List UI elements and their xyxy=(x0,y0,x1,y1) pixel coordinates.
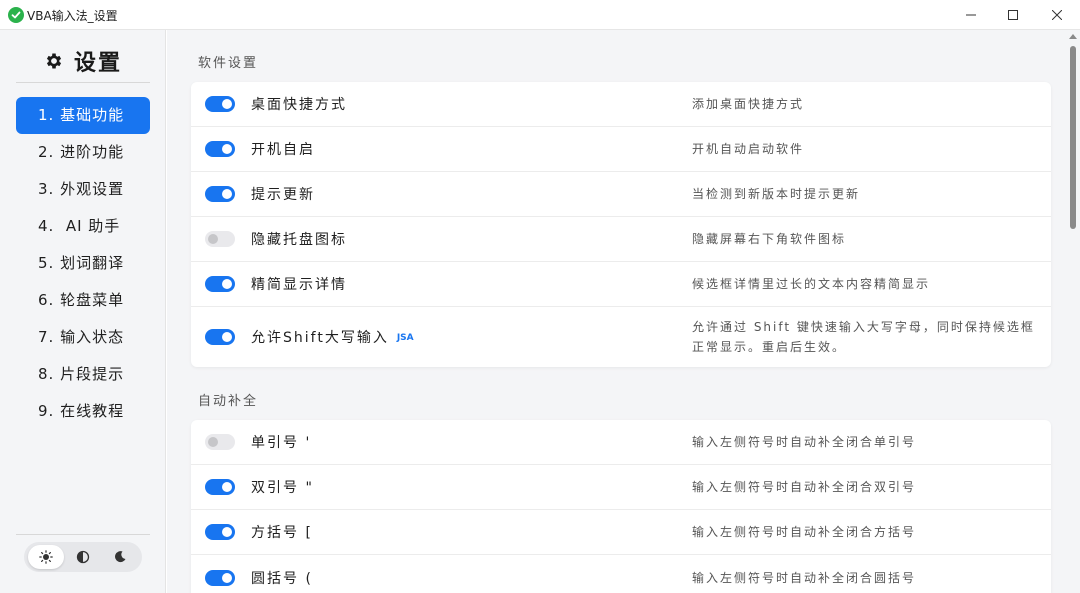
setting-row: 开机自启 开机自动启动软件 xyxy=(191,127,1051,172)
settings-card-software: 桌面快捷方式 添加桌面快捷方式 开机自启 开机自动启动软件 提示更新 当检测到新… xyxy=(191,82,1051,367)
setting-description: 输入左侧符号时自动补全闭合圆括号 xyxy=(692,570,917,585)
setting-label: 桌面快捷方式 xyxy=(251,97,347,113)
setting-row: 双引号 " 输入左侧符号时自动补全闭合双引号 xyxy=(191,465,1051,510)
setting-row: 允许Shift大写输入 JSA 允许通过 Shift 键快速输入大写字母，同时保持… xyxy=(191,307,1051,367)
setting-description: 开机自动启动软件 xyxy=(692,142,805,156)
setting-label-wrap: 允许Shift大写输入 JSA xyxy=(251,327,414,347)
setting-row: 单引号 ' 输入左侧符号时自动补全闭合单引号 xyxy=(191,420,1051,465)
setting-label: 单引号 ' xyxy=(251,435,312,451)
sidebar-item-basic[interactable]: 1. 基础功能 xyxy=(16,97,150,134)
toggle-compact-details[interactable] xyxy=(205,276,235,292)
setting-description: 当检测到新版本时提示更新 xyxy=(692,187,861,201)
setting-label: 提示更新 xyxy=(251,187,315,203)
sidebar: 设置 1. 基础功能 2. 进阶功能 3. 外观设置 4. AI 助手 5. 划… xyxy=(0,30,166,593)
sidebar-item-wheel-menu[interactable]: 6. 轮盘菜单 xyxy=(16,282,150,319)
theme-switch xyxy=(24,542,142,572)
close-button[interactable] xyxy=(1034,0,1080,30)
sidebar-item-translate[interactable]: 5. 划词翻译 xyxy=(16,245,150,282)
moon-icon xyxy=(115,551,126,563)
sidebar-item-ai-assistant[interactable]: 4. AI 助手 xyxy=(16,208,150,245)
setting-row: 方括号 [ 输入左侧符号时自动补全闭合方括号 xyxy=(191,510,1051,555)
setting-description: 允许通过 Shift 键快速输入大写字母，同时保持候选框正常显示。重启后生效。 xyxy=(692,320,1035,354)
toggle-parenthesis[interactable] xyxy=(205,569,235,586)
title-bar: VBA输入法_设置 xyxy=(0,0,1080,30)
sidebar-title: 设置 xyxy=(73,51,122,76)
toggle-desktop-shortcut[interactable] xyxy=(205,96,235,112)
sidebar-item-input-status[interactable]: 7. 输入状态 xyxy=(16,319,150,356)
auto-mode-button[interactable] xyxy=(65,545,101,569)
close-icon xyxy=(1052,10,1062,20)
divider xyxy=(16,82,150,83)
setting-label: 允许Shift大写输入 xyxy=(251,330,389,346)
setting-description: 候选框详情里过长的文本内容精简显示 xyxy=(692,277,931,291)
jsa-badge: JSA xyxy=(396,333,414,343)
setting-label: 精简显示详情 xyxy=(251,277,347,293)
gear-icon xyxy=(46,53,62,69)
main-content: 软件设置 桌面快捷方式 添加桌面快捷方式 开机自启 开机自动启动软件 提示更新 … xyxy=(167,30,1065,593)
setting-label: 隐藏托盘图标 xyxy=(251,232,347,248)
light-mode-button[interactable] xyxy=(27,545,64,569)
setting-row: 圆括号 ( 输入左侧符号时自动补全闭合圆括号 xyxy=(191,555,1051,593)
setting-label: 开机自启 xyxy=(251,142,315,158)
maximize-button[interactable] xyxy=(990,0,1036,30)
toggle-square-bracket[interactable] xyxy=(205,524,235,540)
dark-mode-button[interactable] xyxy=(102,545,138,569)
setting-description: 隐藏屏幕右下角软件图标 xyxy=(692,232,847,246)
toggle-hide-tray-icon[interactable] xyxy=(205,231,235,247)
divider xyxy=(16,534,150,535)
settings-card-autocomplete: 单引号 ' 输入左侧符号时自动补全闭合单引号 双引号 " 输入左侧符号时自动补全… xyxy=(191,420,1051,593)
sun-icon xyxy=(38,550,53,564)
app-check-icon xyxy=(8,7,24,23)
sidebar-item-advanced[interactable]: 2. 进阶功能 xyxy=(16,134,150,171)
vertical-scrollbar[interactable] xyxy=(1065,30,1080,593)
section-title-software: 软件设置 xyxy=(198,56,259,71)
setting-row: 提示更新 当检测到新版本时提示更新 xyxy=(191,172,1051,217)
scroll-thumb[interactable] xyxy=(1070,46,1076,229)
toggle-update-prompt[interactable] xyxy=(205,186,235,202)
setting-row: 隐藏托盘图标 隐藏屏幕右下角软件图标 xyxy=(191,217,1051,262)
minimize-icon xyxy=(966,14,976,16)
minimize-button[interactable] xyxy=(948,0,994,30)
setting-description: 添加桌面快捷方式 xyxy=(692,97,805,111)
scroll-up-arrow-icon[interactable] xyxy=(1069,34,1077,39)
toggle-double-quote[interactable] xyxy=(205,479,235,495)
setting-row: 精简显示详情 候选框详情里过长的文本内容精简显示 xyxy=(191,262,1051,307)
sidebar-item-appearance[interactable]: 3. 外观设置 xyxy=(16,171,150,208)
sidebar-item-snippets[interactable]: 8. 片段提示 xyxy=(16,356,150,393)
setting-description: 输入左侧符号时自动补全闭合方括号 xyxy=(692,525,917,539)
setting-row: 桌面快捷方式 添加桌面快捷方式 xyxy=(191,82,1051,127)
window-title: VBA输入法_设置 xyxy=(27,9,118,23)
setting-label: 方括号 [ xyxy=(251,525,313,541)
sidebar-nav: 1. 基础功能 2. 进阶功能 3. 外观设置 4. AI 助手 5. 划词翻译… xyxy=(16,97,150,430)
section-title-autocomplete: 自动补全 xyxy=(198,394,259,409)
maximize-icon xyxy=(1008,10,1018,20)
setting-description: 输入左侧符号时自动补全闭合双引号 xyxy=(692,480,917,494)
toggle-autostart[interactable] xyxy=(205,141,235,157)
setting-description: 输入左侧符号时自动补全闭合单引号 xyxy=(692,435,917,449)
toggle-shift-uppercase[interactable] xyxy=(205,329,235,345)
setting-label: 圆括号 ( xyxy=(251,570,313,587)
contrast-icon xyxy=(76,550,90,564)
sidebar-header: 设置 xyxy=(16,40,150,82)
sidebar-item-tutorial[interactable]: 9. 在线教程 xyxy=(16,393,150,430)
toggle-single-quote[interactable] xyxy=(205,434,235,450)
setting-label: 双引号 " xyxy=(251,480,314,496)
